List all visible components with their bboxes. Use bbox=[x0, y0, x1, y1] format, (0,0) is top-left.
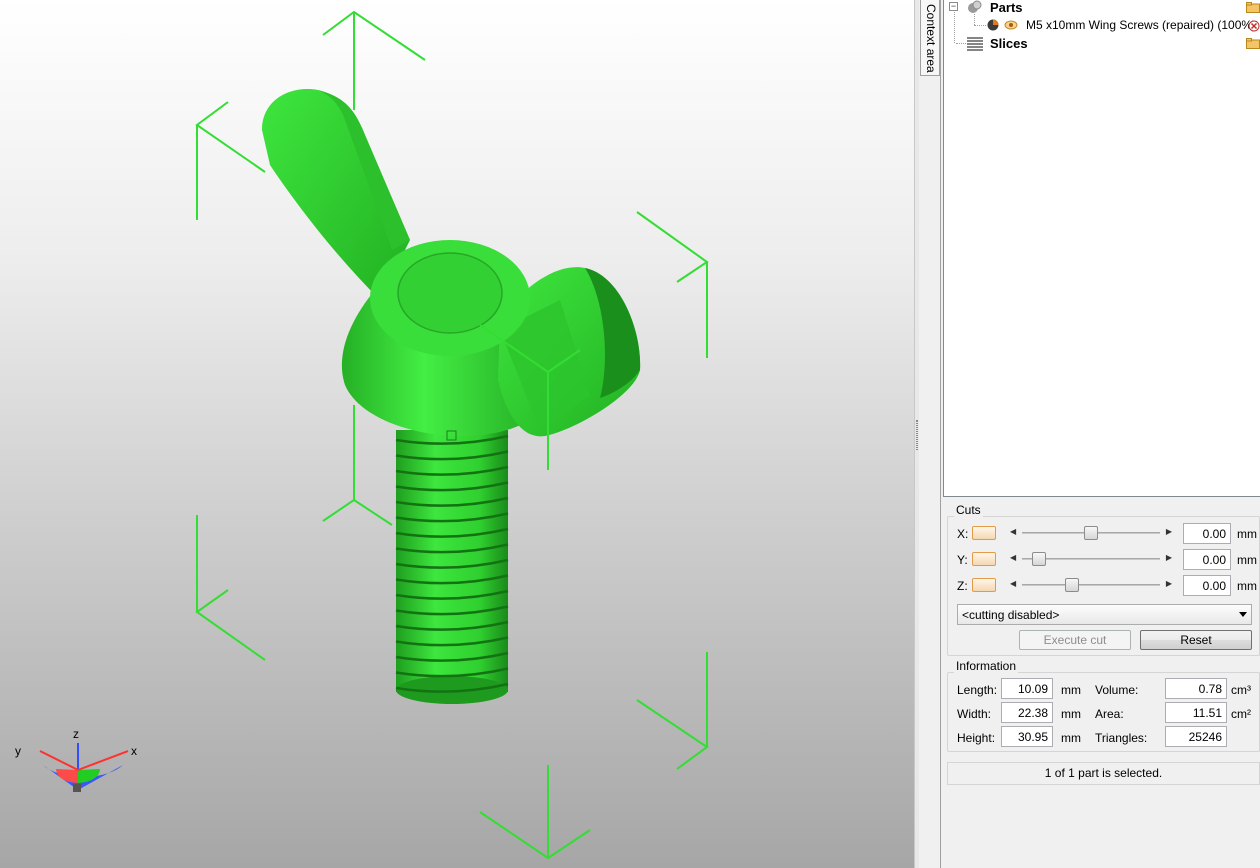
tree-item-part[interactable]: M5 x10mm Wing Screws (repaired) (100%) bbox=[986, 16, 1256, 34]
volume-unit: cm³ bbox=[1231, 683, 1251, 697]
slider-thumb[interactable] bbox=[1032, 552, 1046, 566]
tree-connector bbox=[974, 25, 986, 26]
chevron-down-icon bbox=[1239, 612, 1247, 617]
cut-y-label: Y: bbox=[957, 553, 968, 567]
selection-status: 1 of 1 part is selected. bbox=[947, 762, 1260, 785]
tree-connector bbox=[956, 43, 966, 44]
tab-context-area-label: Context area bbox=[924, 4, 938, 73]
height-unit: mm bbox=[1061, 731, 1081, 745]
volume-label: Volume: bbox=[1095, 683, 1139, 697]
slider-left-arrow-icon[interactable]: ◀ bbox=[1010, 527, 1016, 536]
tree-item-parts[interactable]: Parts bbox=[966, 0, 1023, 16]
open-folder-icon[interactable] bbox=[1246, 2, 1260, 13]
3d-viewport[interactable]: z y x bbox=[0, 0, 914, 868]
cut-z-label: Z: bbox=[957, 579, 968, 593]
volume-value: 0.78 bbox=[1165, 678, 1227, 699]
tree-item-slices[interactable]: Slices bbox=[966, 34, 1028, 52]
slider-thumb[interactable] bbox=[1084, 526, 1098, 540]
tree-item-part-label: M5 x10mm Wing Screws (repaired) (100%) bbox=[1026, 18, 1257, 32]
area-label: Area: bbox=[1095, 707, 1124, 721]
tree-connector bbox=[954, 12, 955, 43]
remove-part-icon[interactable] bbox=[1248, 20, 1260, 32]
height-label: Height: bbox=[957, 731, 996, 745]
screw-thread bbox=[395, 430, 509, 704]
cut-x-slider[interactable]: ◀ ▶ bbox=[1010, 526, 1172, 540]
cut-mode-select[interactable]: <cutting disabled> bbox=[957, 604, 1252, 625]
cut-x-label: X: bbox=[957, 527, 969, 541]
tree-item-parts-label: Parts bbox=[990, 0, 1023, 15]
cut-z-value-input[interactable]: 0.00 bbox=[1183, 575, 1231, 596]
cut-y-unit: mm bbox=[1237, 553, 1257, 567]
triangles-value: 25246 bbox=[1165, 726, 1227, 747]
slider-right-arrow-icon[interactable]: ▶ bbox=[1166, 553, 1172, 562]
triangles-label: Triangles: bbox=[1095, 731, 1148, 745]
cut-mode-selected: <cutting disabled> bbox=[962, 608, 1060, 622]
reset-button[interactable]: Reset bbox=[1140, 630, 1252, 650]
parts-collapse-toggle[interactable]: − bbox=[949, 2, 958, 11]
parts-icon bbox=[968, 0, 982, 13]
context-area-tab[interactable]: Context area bbox=[919, 0, 941, 868]
length-label: Length: bbox=[957, 683, 998, 697]
height-value: 30.95 bbox=[1001, 726, 1053, 747]
length-value: 10.09 bbox=[1001, 678, 1053, 699]
width-value: 22.38 bbox=[1001, 702, 1053, 723]
visibility-eye-icon[interactable] bbox=[1004, 18, 1018, 32]
splitter-grip[interactable] bbox=[916, 420, 918, 450]
part-color-icon[interactable] bbox=[986, 18, 1000, 32]
execute-cut-button[interactable]: Execute cut bbox=[1019, 630, 1131, 650]
cut-y-slider[interactable]: ◀ ▶ bbox=[1010, 552, 1172, 566]
axis-y-label: y bbox=[15, 744, 21, 758]
information-group-title: Information bbox=[954, 659, 1019, 673]
slider-thumb[interactable] bbox=[1065, 578, 1079, 592]
axis-x-label: x bbox=[131, 744, 137, 758]
object-tree[interactable]: − Parts M5 x10mm Wing Screws (repaired) … bbox=[943, 0, 1260, 497]
cut-y-value-input[interactable]: 0.00 bbox=[1183, 549, 1231, 570]
slider-right-arrow-icon[interactable]: ▶ bbox=[1166, 527, 1172, 536]
cut-x-value-input[interactable]: 0.00 bbox=[1183, 523, 1231, 544]
length-unit: mm bbox=[1061, 683, 1081, 697]
axis-z-label: z bbox=[73, 727, 79, 741]
cuts-group-title: Cuts bbox=[954, 503, 983, 517]
open-folder-icon[interactable] bbox=[1246, 38, 1260, 49]
cut-y-enable-toggle[interactable] bbox=[972, 552, 996, 566]
width-unit: mm bbox=[1061, 707, 1081, 721]
cut-x-enable-toggle[interactable] bbox=[972, 526, 996, 540]
cut-z-enable-toggle[interactable] bbox=[972, 578, 996, 592]
slider-left-arrow-icon[interactable]: ◀ bbox=[1010, 553, 1016, 562]
slider-left-arrow-icon[interactable]: ◀ bbox=[1010, 579, 1016, 588]
cut-z-slider[interactable]: ◀ ▶ bbox=[1010, 578, 1172, 592]
tree-item-slices-label: Slices bbox=[990, 35, 1028, 51]
width-label: Width: bbox=[957, 707, 992, 721]
slider-right-arrow-icon[interactable]: ▶ bbox=[1166, 579, 1172, 588]
tab-context-area[interactable]: Context area bbox=[920, 0, 940, 76]
area-unit: cm² bbox=[1231, 707, 1251, 721]
cut-z-unit: mm bbox=[1237, 579, 1257, 593]
area-value: 11.51 bbox=[1165, 702, 1227, 723]
cut-x-unit: mm bbox=[1237, 527, 1257, 541]
slider-track[interactable] bbox=[1022, 584, 1160, 586]
slices-icon bbox=[967, 37, 983, 51]
